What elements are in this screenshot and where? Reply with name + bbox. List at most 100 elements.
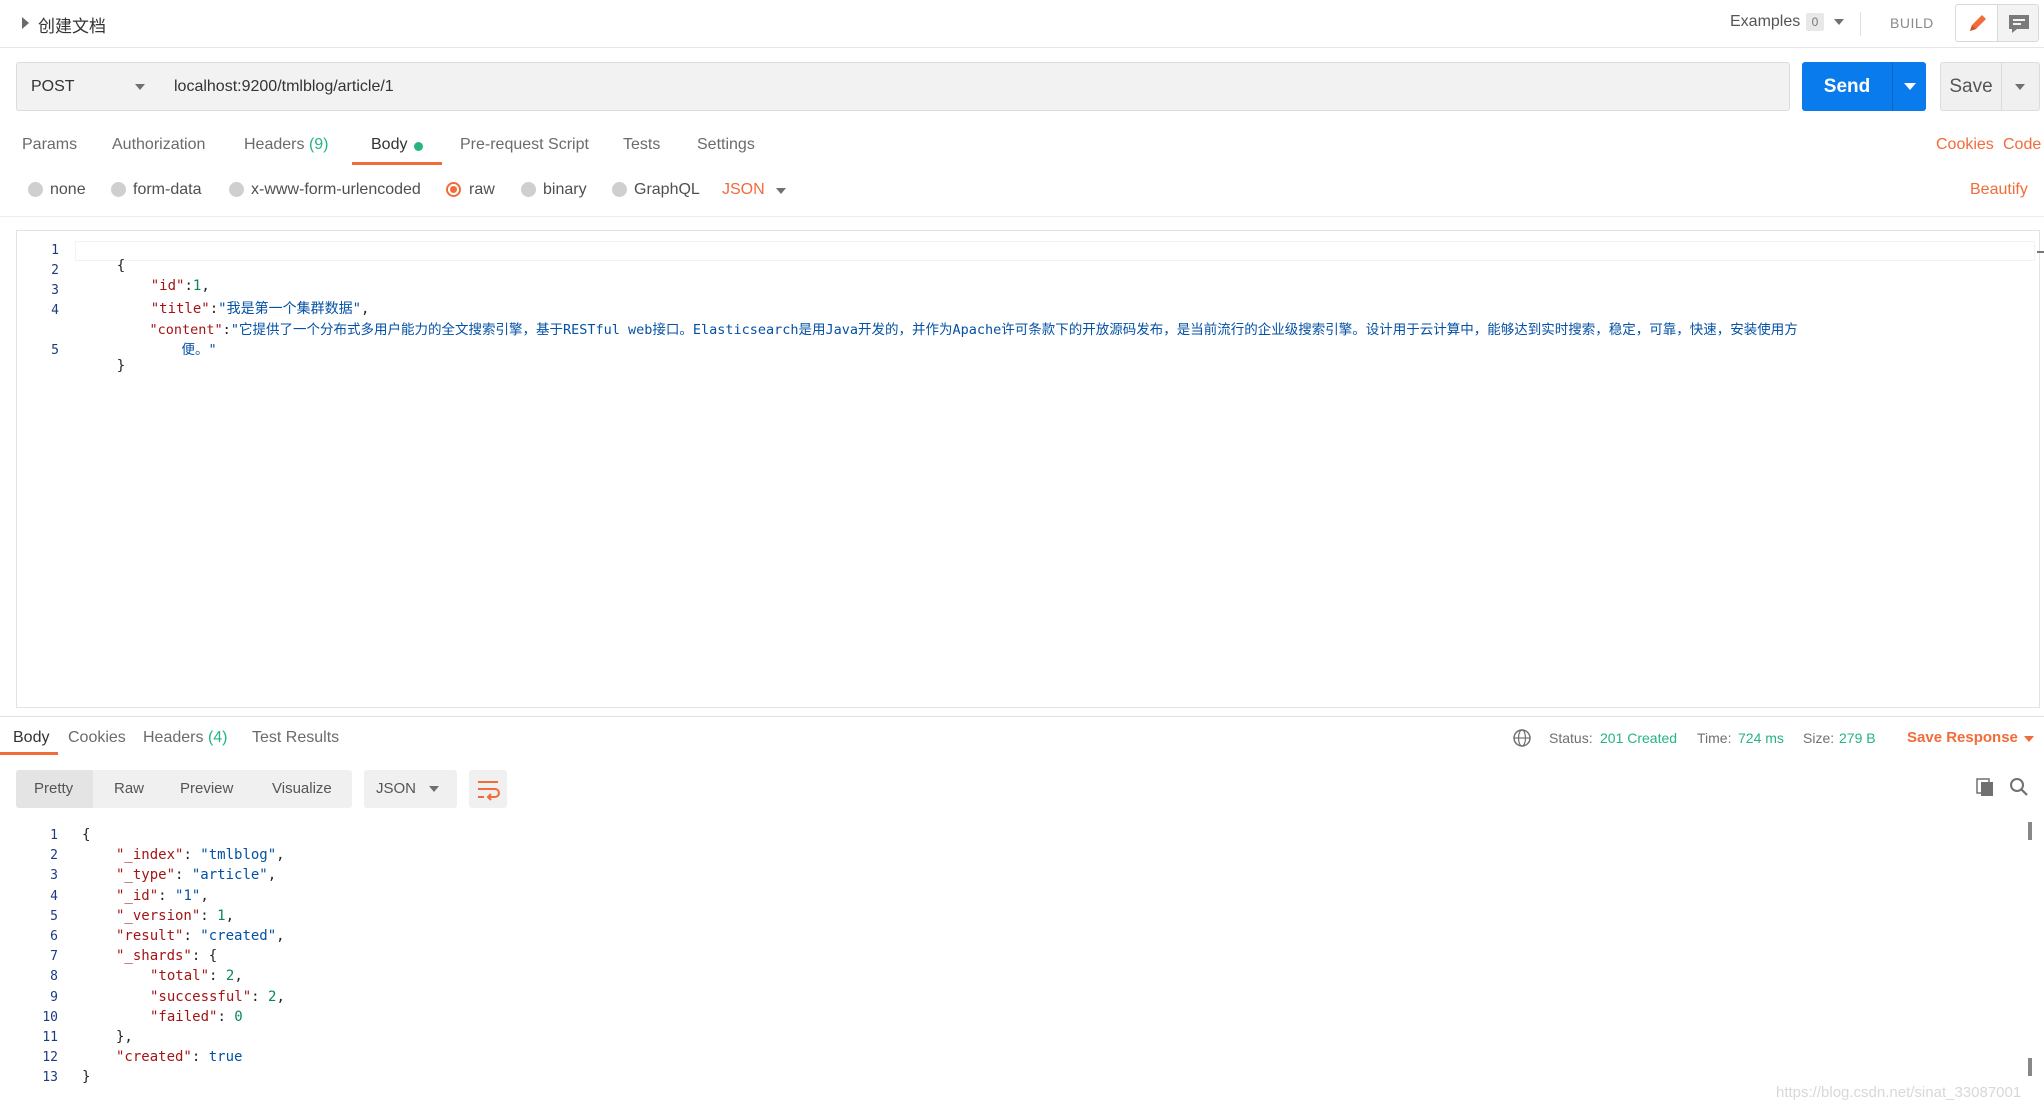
save-button[interactable]: Save: [1940, 62, 2002, 111]
examples-button[interactable]: Examples: [1730, 13, 1800, 31]
line-number: 12: [42, 1050, 58, 1066]
code-token: ,: [225, 907, 235, 924]
code-token: :: [217, 1008, 235, 1025]
code-token: :: [191, 1049, 209, 1066]
search-icon[interactable]: [2008, 776, 2030, 798]
chevron-down-icon: [1904, 83, 1916, 90]
code-token: "created": [116, 1049, 192, 1066]
line-number: 3: [50, 868, 58, 884]
code-token: "tmlblog": [200, 847, 277, 864]
save-options-button[interactable]: [2002, 62, 2040, 111]
pencil-icon: [1970, 15, 1986, 31]
code-token: :: [222, 322, 231, 338]
method-select[interactable]: POST: [16, 62, 161, 111]
tab-tests[interactable]: Tests: [623, 136, 660, 154]
divider: [0, 716, 2044, 717]
code-token: ,: [276, 928, 285, 944]
chevron-down-icon: [429, 786, 439, 792]
wrap-lines-button[interactable]: [469, 770, 507, 808]
line-number: 13: [42, 1070, 58, 1086]
time-value[interactable]: 724 ms: [1738, 730, 1784, 746]
response-tab-cookies[interactable]: Cookies: [68, 729, 126, 747]
code-token: "_version": [116, 907, 201, 924]
code-token: :: [209, 968, 226, 985]
response-format-value: JSON: [376, 780, 417, 797]
request-header-bar: 创建文档 Examples 0 BUILD: [0, 0, 2044, 48]
copy-icon[interactable]: [1974, 776, 1996, 798]
radio-label-x-www-form-urlencoded[interactable]: x-www-form-urlencoded: [251, 181, 421, 199]
line-number: 8: [50, 969, 58, 985]
code-line: "failed": 0: [150, 1009, 243, 1025]
body-format-select[interactable]: JSON: [722, 181, 765, 199]
radio-graphql[interactable]: [612, 182, 627, 197]
send-options-button[interactable]: [1892, 62, 1926, 111]
radio-binary[interactable]: [521, 182, 536, 197]
view-visualize[interactable]: Visualize: [272, 780, 332, 797]
code-link[interactable]: Code: [2003, 136, 2041, 154]
code-line: },: [116, 1029, 133, 1045]
code-line: "content":"它提供了一个分布式多用户能力的全文搜索引擎，基于RESTf…: [117, 302, 1798, 354]
code-token: :: [200, 907, 218, 924]
code-token: ,: [200, 887, 209, 904]
chevron-down-icon[interactable]: [776, 188, 786, 194]
code-token: true: [208, 1049, 243, 1066]
radio-x-www-form-urlencoded[interactable]: [229, 182, 244, 197]
tab-settings[interactable]: Settings: [697, 136, 755, 154]
code-line: {: [82, 827, 90, 843]
line-number: 9: [50, 989, 58, 1005]
code-token: :: [175, 867, 192, 884]
request-body-editor[interactable]: 1 2 3 4 5 { "id":1, "title":"我是第一个集群数据",…: [16, 230, 2044, 708]
headers-count: (4): [207, 729, 228, 746]
build-mode-label[interactable]: BUILD: [1890, 15, 1934, 31]
view-preview[interactable]: Preview: [180, 780, 233, 797]
tab-headers[interactable]: Headers (9): [244, 136, 329, 154]
view-mode-tabs: Pretty Raw Preview Visualize: [16, 770, 352, 808]
chevron-down-icon[interactable]: [1834, 19, 1844, 25]
code-line: }: [83, 342, 125, 390]
radio-label-binary[interactable]: binary: [543, 181, 587, 199]
line-number: 11: [42, 1030, 58, 1045]
save-response-button[interactable]: Save Response: [1907, 729, 2018, 746]
status-value[interactable]: 201 Created: [1600, 730, 1677, 746]
radio-raw[interactable]: [446, 182, 461, 197]
view-pretty[interactable]: Pretty: [34, 780, 73, 797]
edit-mode-button[interactable]: [1955, 4, 1997, 42]
code-token: "它提供了一个分布式多用户能力的全文搜索引擎，基于RESTful web接口。E…: [230, 322, 1798, 338]
scrollbar-thumb[interactable]: [2028, 822, 2032, 840]
radio-label-form-data[interactable]: form-data: [133, 181, 201, 199]
radio-label-none[interactable]: none: [50, 181, 86, 199]
tab-authorization[interactable]: Authorization: [112, 136, 205, 154]
radio-form-data[interactable]: [111, 182, 126, 197]
view-raw[interactable]: Raw: [114, 780, 144, 797]
tab-params[interactable]: Params: [22, 136, 77, 154]
scrollbar-thumb[interactable]: [2037, 251, 2044, 253]
code-token: ,: [276, 847, 285, 864]
radio-label-raw[interactable]: raw: [469, 181, 495, 199]
scrollbar-thumb[interactable]: [2028, 1058, 2032, 1076]
response-tab-headers[interactable]: Headers (4): [143, 729, 228, 747]
response-tab-test-results[interactable]: Test Results: [252, 729, 339, 747]
method-value: POST: [31, 78, 75, 95]
code-token: "total": [150, 968, 210, 985]
size-value[interactable]: 279 B: [1839, 730, 1876, 746]
url-input[interactable]: localhost:9200/tmlblog/article/1: [160, 62, 1790, 111]
send-button[interactable]: Send: [1802, 62, 1892, 111]
active-tab-indicator: [352, 162, 442, 165]
chevron-down-icon[interactable]: [2024, 736, 2034, 742]
comments-button[interactable]: [1997, 4, 2039, 42]
code-token: 1: [217, 907, 226, 924]
code-token: "created": [200, 928, 277, 944]
line-number: 5: [50, 908, 58, 924]
response-tab-body[interactable]: Body: [13, 729, 49, 747]
response-body-viewer[interactable]: 1 2 3 4 5 6 7 8 9 10 11 12 13 {"_index": "tmlblog", "…: [16, 818, 2040, 1108]
cookies-link[interactable]: Cookies: [1936, 136, 1994, 154]
radio-none[interactable]: [28, 182, 43, 197]
globe-icon[interactable]: [1512, 728, 1532, 748]
tab-body[interactable]: Body: [371, 136, 407, 154]
response-format-select[interactable]: JSON: [364, 770, 457, 808]
beautify-link[interactable]: Beautify: [1970, 181, 2028, 199]
radio-label-graphql[interactable]: GraphQL: [634, 181, 700, 199]
expand-caret-icon[interactable]: [22, 17, 29, 29]
request-name[interactable]: 创建文档: [38, 12, 106, 37]
tab-pre-request-script[interactable]: Pre-request Script: [460, 136, 589, 154]
